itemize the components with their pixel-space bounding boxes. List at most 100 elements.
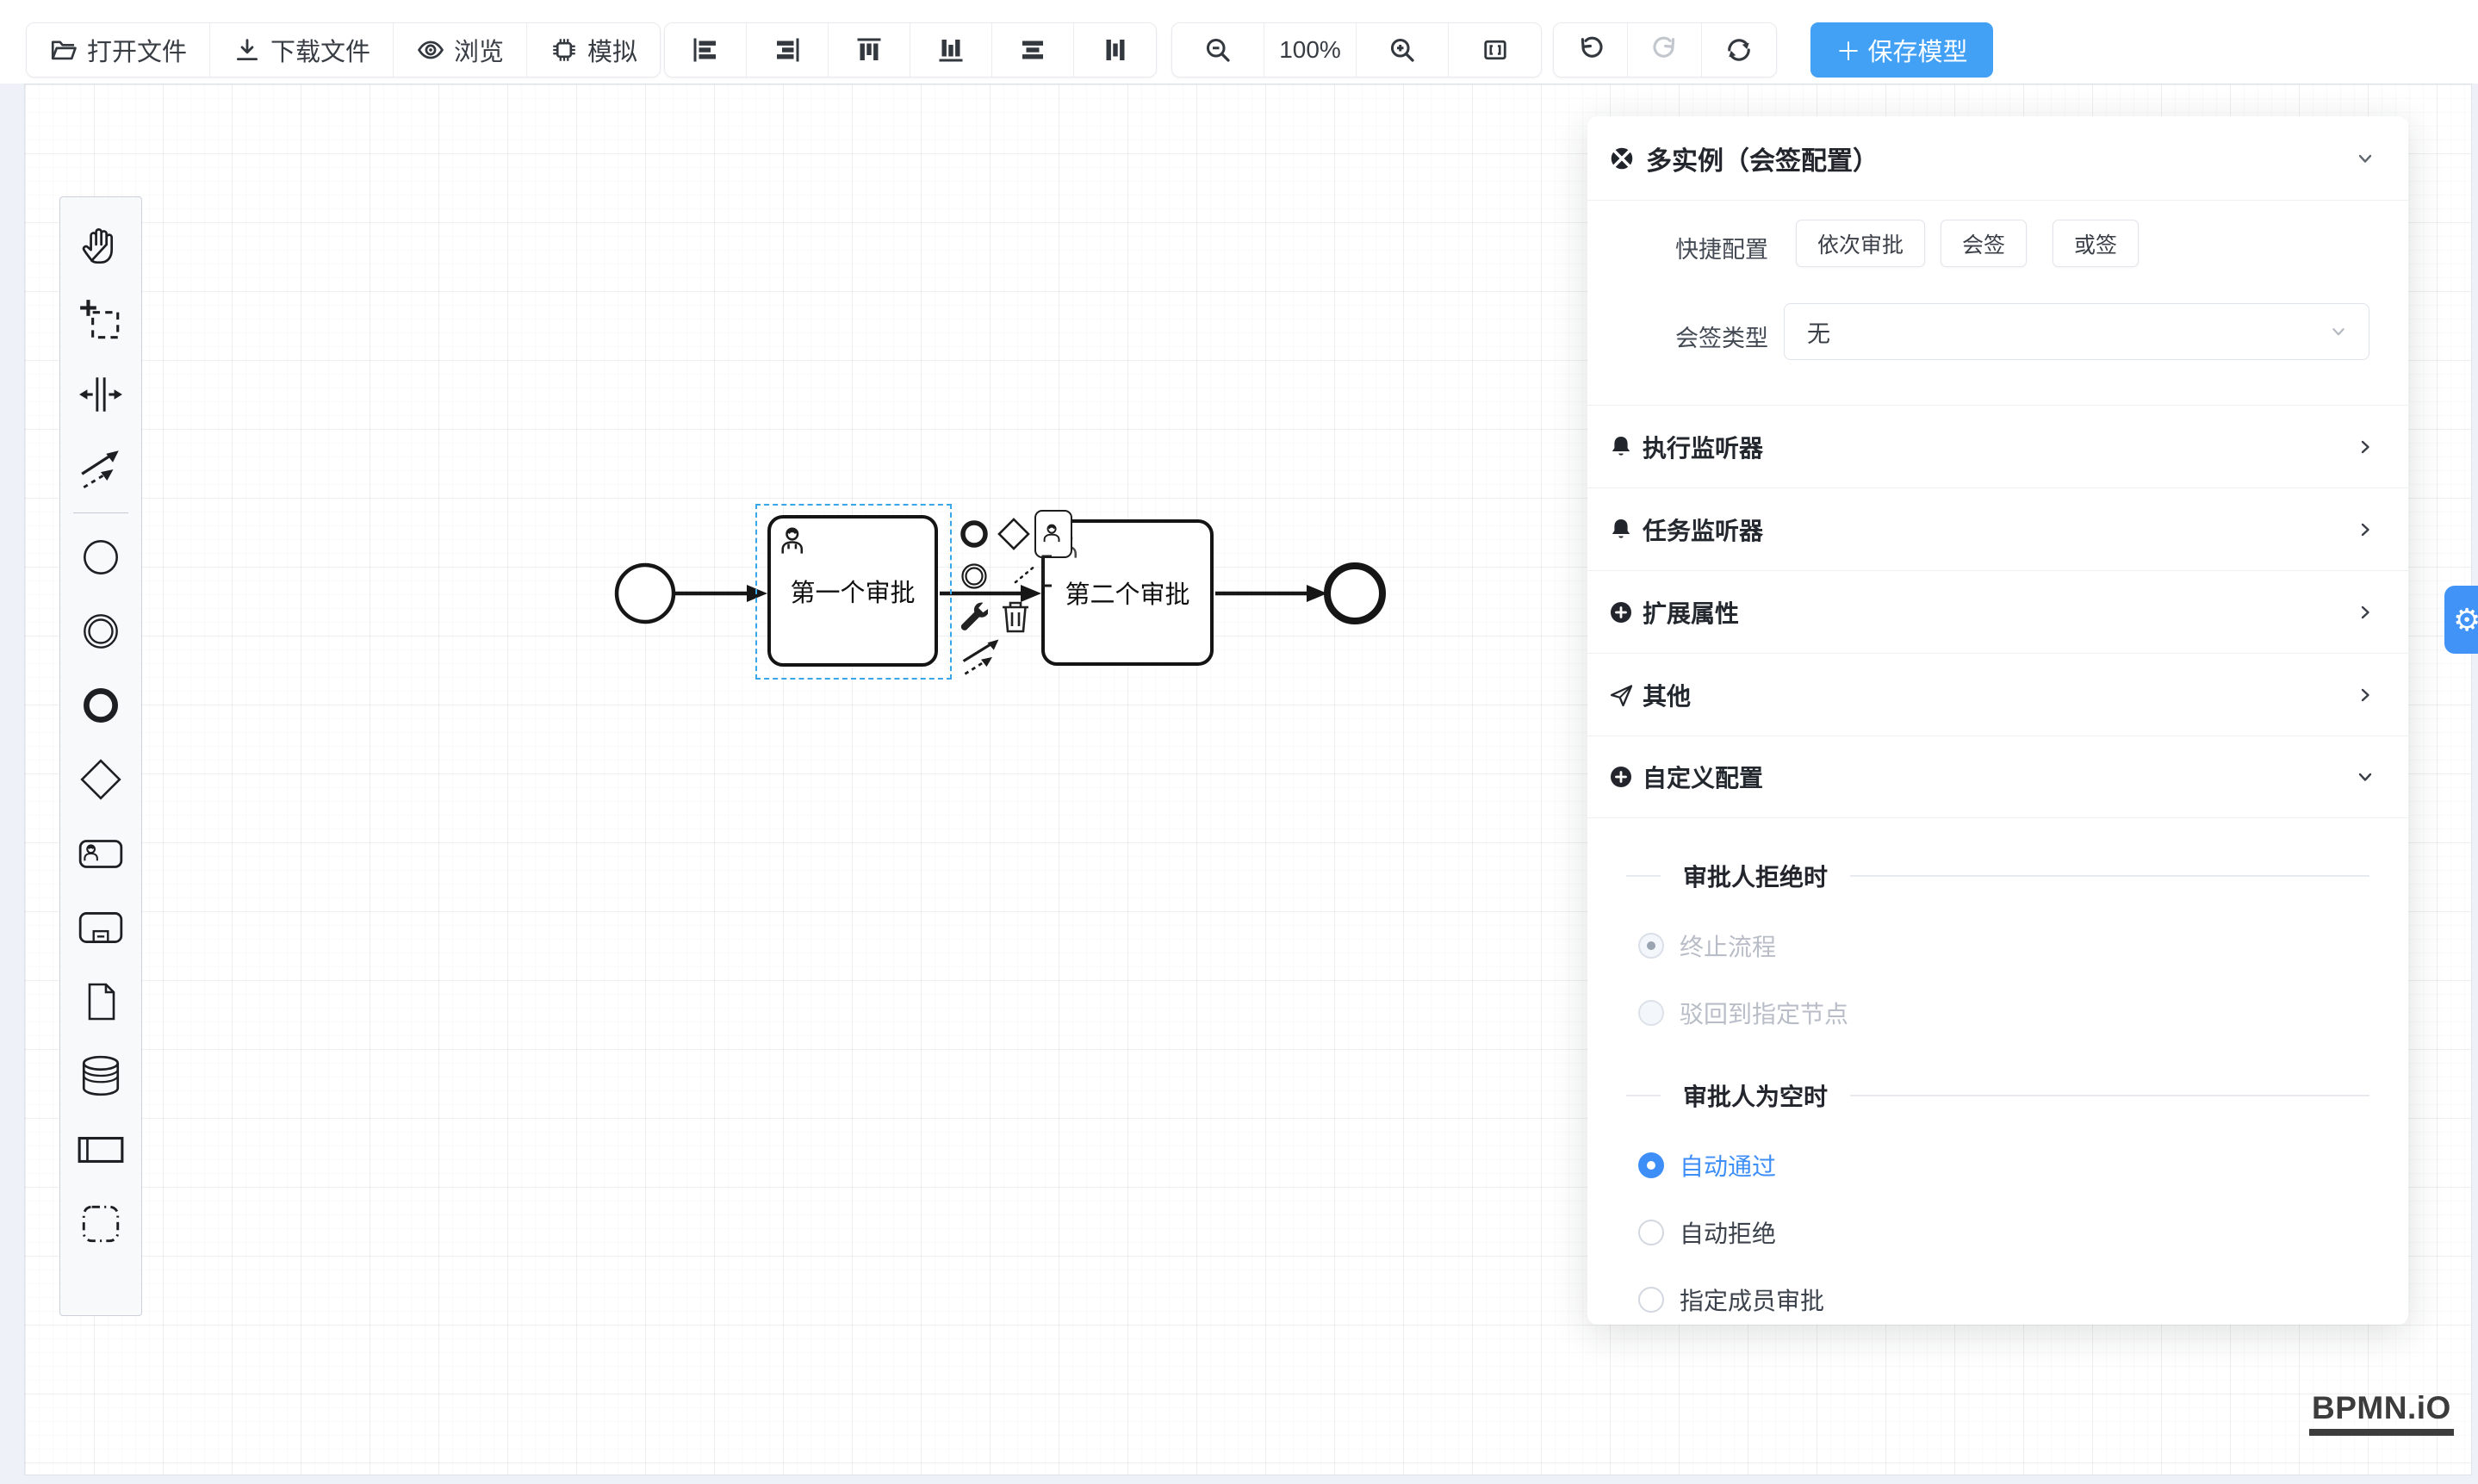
contextpad-append-end-event[interactable] xyxy=(955,515,993,553)
quick-option-orsign[interactable]: 或签 xyxy=(2053,220,2139,267)
chevron-right-icon xyxy=(2353,683,2377,707)
user-task-person-icon xyxy=(779,525,815,561)
multi-instance-header[interactable]: 多实例（会签配置） xyxy=(1587,116,2408,200)
align-bottom-button[interactable] xyxy=(910,23,992,77)
empty-section-header: 审批人为空时 xyxy=(1626,1075,2369,1116)
fit-viewport-icon xyxy=(1480,34,1511,65)
save-model-label: 保存模型 xyxy=(1868,32,1968,68)
shape-palette xyxy=(59,196,142,1316)
create-group[interactable] xyxy=(71,1187,131,1261)
zoom-tool-group: 100% xyxy=(1171,22,1542,78)
radio-auto-reject[interactable]: 自动拒绝 xyxy=(1638,1212,1776,1253)
create-end-event[interactable] xyxy=(71,668,131,742)
align-top-icon xyxy=(854,34,885,65)
contextpad-delete-trash[interactable] xyxy=(997,598,1034,636)
contextpad-text-annotation[interactable] xyxy=(1012,551,1057,589)
redo-button[interactable] xyxy=(1628,23,1702,77)
quick-config-buttons: 依次审批 会签 或签 xyxy=(1796,220,2139,267)
zoom-in-button[interactable] xyxy=(1357,23,1449,77)
align-middle-vertical-button[interactable] xyxy=(1074,23,1156,77)
section-label: 扩展属性 xyxy=(1643,595,2353,630)
global-connect-tool[interactable] xyxy=(71,432,131,506)
radio-icon xyxy=(1638,1220,1664,1245)
radio-label: 驳回到指定节点 xyxy=(1680,996,1848,1030)
section-execution-listener[interactable]: 执行监听器 xyxy=(1587,405,2408,487)
radio-assign-member[interactable]: 指定成员审批 xyxy=(1638,1279,1824,1320)
section-other[interactable]: 其他 xyxy=(1587,653,2408,736)
task-label: 第一个审批 xyxy=(790,573,915,609)
section-label: 其他 xyxy=(1643,678,2353,712)
chevron-right-icon xyxy=(2353,518,2377,542)
radio-label: 自动通过 xyxy=(1680,1148,1776,1183)
radio-label: 指定成员审批 xyxy=(1680,1282,1824,1317)
contextpad-append-intermediate-event[interactable] xyxy=(955,557,993,595)
top-toolbar: 打开文件 下载文件 浏览 xyxy=(0,0,2478,84)
simulate-button[interactable]: 模拟 xyxy=(527,23,660,77)
reset-button[interactable] xyxy=(1702,23,1776,77)
contextpad-append-gateway[interactable] xyxy=(995,515,1033,553)
align-left-button[interactable] xyxy=(665,23,747,77)
lasso-tool[interactable] xyxy=(71,283,131,357)
create-start-event[interactable] xyxy=(71,520,131,594)
bell-icon xyxy=(1608,434,1634,460)
file-tool-group: 打开文件 下载文件 浏览 xyxy=(26,22,661,78)
radio-auto-pass[interactable]: 自动通过 xyxy=(1638,1145,1776,1186)
section-task-listener[interactable]: 任务监听器 xyxy=(1587,487,2408,570)
radio-return-to-node[interactable]: 驳回到指定节点 xyxy=(1638,992,1848,1034)
create-data-object[interactable] xyxy=(71,965,131,1039)
save-model-button[interactable]: ＋ 保存模型 xyxy=(1810,22,1993,78)
align-top-button[interactable] xyxy=(829,23,910,77)
task-first-approval[interactable]: 第一个审批 xyxy=(767,515,938,667)
download-file-button[interactable]: 下载文件 xyxy=(210,23,394,77)
divider xyxy=(1587,200,2408,201)
zoom-level-value: 100% xyxy=(1279,36,1341,64)
settings-side-tab[interactable]: ⚙ xyxy=(2444,586,2478,654)
plus-icon: ＋ xyxy=(1835,32,1860,68)
preview-button[interactable]: 浏览 xyxy=(394,23,527,77)
reject-section-title: 审批人拒绝时 xyxy=(1683,859,1828,893)
task-label: 第二个审批 xyxy=(1065,574,1189,611)
zoom-fit-button[interactable] xyxy=(1449,23,1541,77)
quick-option-sequential[interactable]: 依次审批 xyxy=(1796,220,1925,267)
align-center-horizontal-button[interactable] xyxy=(992,23,1074,77)
contextpad-connect-tool[interactable] xyxy=(957,632,1005,680)
space-tool[interactable] xyxy=(71,357,131,432)
open-file-button[interactable]: 打开文件 xyxy=(27,23,210,77)
preview-label: 浏览 xyxy=(454,32,504,68)
properties-panel: 多实例（会签配置） 快捷配置 依次审批 会签 或签 会签类型 无 执行监听器 xyxy=(1587,116,2408,1325)
palette-separator xyxy=(73,512,128,513)
align-right-icon xyxy=(772,34,803,65)
gear-icon: ⚙ xyxy=(2453,602,2478,638)
create-gateway[interactable] xyxy=(71,742,131,817)
create-participant-pool[interactable] xyxy=(71,1113,131,1187)
section-custom-config[interactable]: 自定义配置 xyxy=(1587,736,2408,818)
redo-icon xyxy=(1649,34,1680,65)
zoom-out-button[interactable] xyxy=(1172,23,1264,77)
zoom-level[interactable]: 100% xyxy=(1264,23,1357,77)
contextpad-change-type-wrench[interactable] xyxy=(953,596,991,634)
create-user-task[interactable] xyxy=(71,817,131,891)
chip-icon xyxy=(550,35,579,65)
reject-section-header: 审批人拒绝时 xyxy=(1626,855,2369,897)
chevron-down-icon xyxy=(2353,765,2377,789)
section-extended-properties[interactable]: 扩展属性 xyxy=(1587,570,2408,653)
chevron-right-icon xyxy=(2353,435,2377,459)
create-data-store[interactable] xyxy=(71,1039,131,1113)
create-subprocess[interactable] xyxy=(71,891,131,965)
section-label: 自定义配置 xyxy=(1643,760,2353,794)
radio-label: 终止流程 xyxy=(1680,928,1776,963)
radio-icon xyxy=(1638,1287,1664,1313)
countersign-type-select[interactable]: 无 xyxy=(1784,303,2369,360)
panel-title: 多实例（会签配置） xyxy=(1646,140,2353,177)
hand-tool[interactable] xyxy=(71,209,131,283)
plus-circle-icon xyxy=(1608,764,1634,790)
divider xyxy=(1626,875,1661,877)
radio-terminate-process[interactable]: 终止流程 xyxy=(1638,925,1776,966)
create-intermediate-event[interactable] xyxy=(71,594,131,668)
end-event-circle xyxy=(1327,566,1382,621)
undo-button[interactable] xyxy=(1554,23,1628,77)
align-right-button[interactable] xyxy=(747,23,829,77)
chevron-down-icon[interactable] xyxy=(2353,146,2377,171)
quick-option-countersign[interactable]: 会签 xyxy=(1941,220,2027,267)
empty-section-title: 审批人为空时 xyxy=(1683,1078,1828,1113)
